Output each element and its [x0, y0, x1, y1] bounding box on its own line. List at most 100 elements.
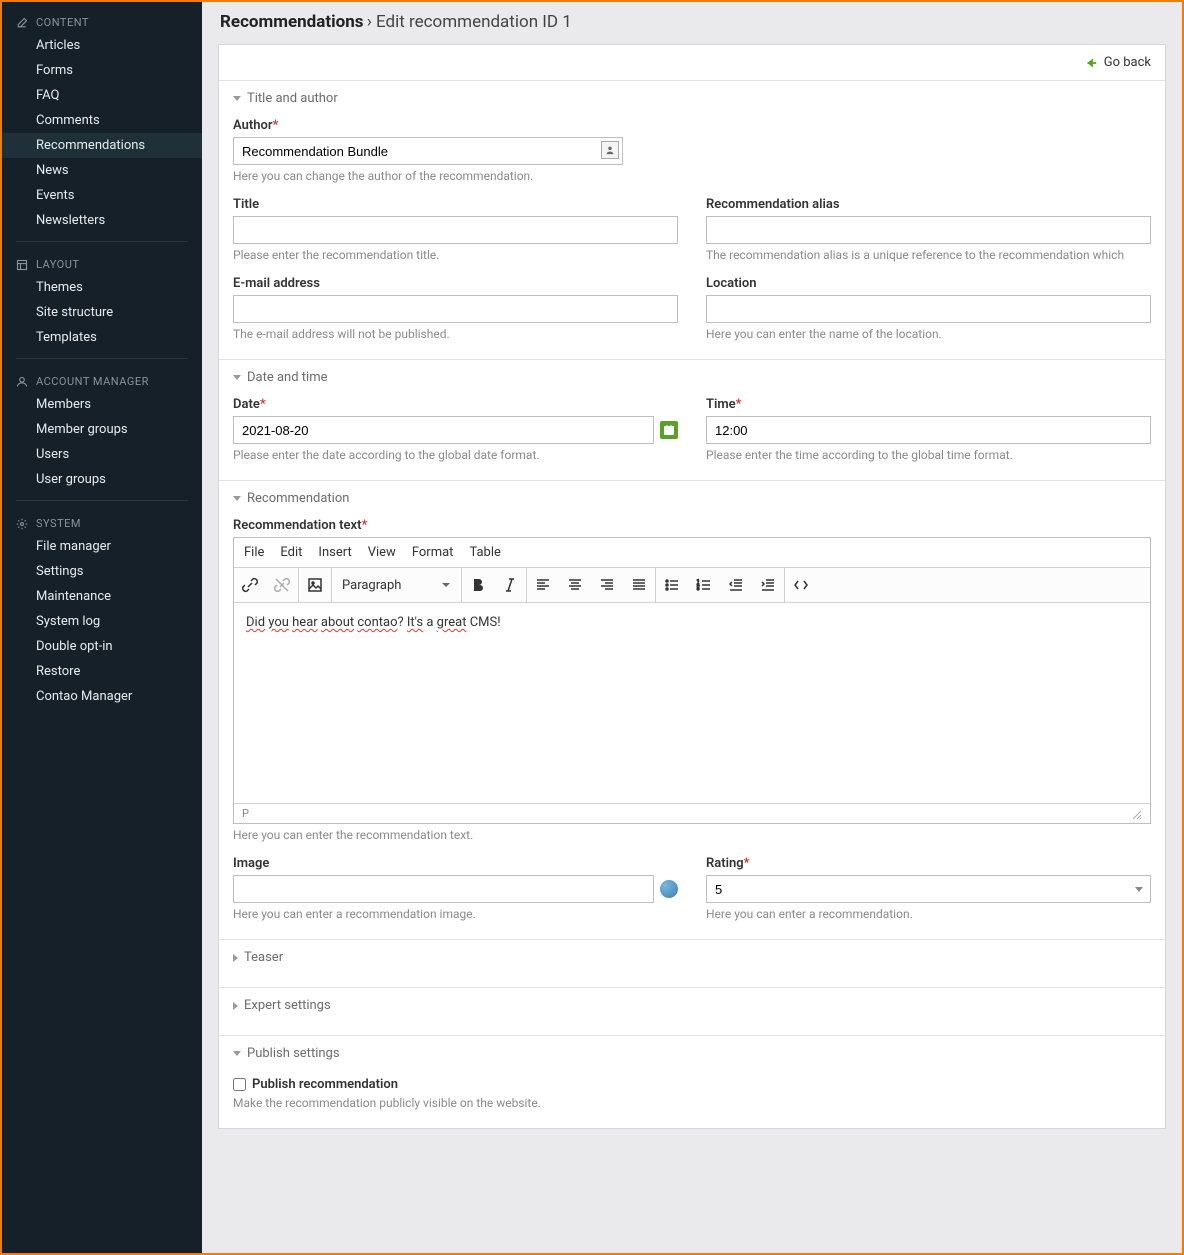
indent-button[interactable]: [752, 568, 784, 602]
author-input[interactable]: [233, 137, 623, 165]
code-icon: [793, 577, 809, 593]
editor-toolbar: Paragraph: [234, 568, 1150, 603]
sidebar-item-site-structure[interactable]: Site structure: [2, 300, 202, 325]
rating-label: Rating*: [706, 856, 1151, 871]
go-back-button[interactable]: Go back: [1084, 55, 1151, 70]
align-right-button[interactable]: [591, 568, 623, 602]
editor-menu-format[interactable]: Format: [412, 545, 454, 560]
sidebar-item-themes[interactable]: Themes: [2, 275, 202, 300]
resize-handle-icon[interactable]: [1130, 808, 1142, 820]
fieldset-teaser: Teaser: [219, 940, 1165, 988]
title-input[interactable]: [233, 216, 678, 244]
sidebar-item-double-opt-in[interactable]: Double opt-in: [2, 634, 202, 659]
sidebar-item-newsletters[interactable]: Newsletters: [2, 208, 202, 233]
rectext-help: Here you can enter the recommendation te…: [233, 828, 1151, 842]
page-subtitle: › Edit recommendation ID 1: [367, 12, 572, 32]
rich-text-editor: File Edit Insert View Format Table Paragraph: [233, 537, 1151, 824]
panel-toolbar: Go back: [219, 45, 1165, 81]
editor-menu-edit[interactable]: Edit: [280, 545, 302, 560]
image-icon: [307, 577, 323, 593]
bullet-list-icon: [664, 577, 680, 593]
triangle-down-icon: [233, 1051, 241, 1056]
date-picker-button[interactable]: [660, 421, 678, 439]
email-input[interactable]: [233, 295, 678, 323]
fieldset-title-author: Title and author Author* Here you can ch…: [219, 81, 1165, 360]
sidebar-item-articles[interactable]: Articles: [2, 33, 202, 58]
number-list-button[interactable]: 123: [688, 568, 720, 602]
editor-content[interactable]: Did you hear about contao? It's a great …: [234, 603, 1150, 803]
legend-expert[interactable]: Expert settings: [233, 988, 1151, 1025]
section-label: SYSTEM: [36, 517, 81, 530]
time-input[interactable]: [706, 416, 1151, 444]
legend-teaser[interactable]: Teaser: [233, 940, 1151, 977]
sidebar-item-settings[interactable]: Settings: [2, 559, 202, 584]
location-input[interactable]: [706, 295, 1151, 323]
publish-label: Publish recommendation: [252, 1077, 398, 1092]
editor-statusbar: P: [234, 803, 1150, 823]
sidebar-item-events[interactable]: Events: [2, 183, 202, 208]
fieldset-recommendation: Recommendation Recommendation text* File…: [219, 481, 1165, 940]
sidebar-item-members[interactable]: Members: [2, 392, 202, 417]
sidebar-item-news[interactable]: News: [2, 158, 202, 183]
triangle-down-icon: [233, 496, 241, 501]
sidebar-item-comments[interactable]: Comments: [2, 108, 202, 133]
format-select[interactable]: Paragraph: [332, 568, 462, 602]
sidebar-item-forms[interactable]: Forms: [2, 58, 202, 83]
editor-menu-view[interactable]: View: [368, 545, 396, 560]
date-input[interactable]: [233, 416, 654, 444]
legend-recommendation[interactable]: Recommendation: [233, 481, 1151, 518]
sidebar-section-system: SYSTEM: [2, 509, 202, 534]
legend-publish[interactable]: Publish settings: [233, 1036, 1151, 1073]
sidebar-item-restore[interactable]: Restore: [2, 659, 202, 684]
sidebar-item-recommendations[interactable]: Recommendations: [2, 133, 202, 158]
image-input[interactable]: [233, 875, 654, 903]
section-label: LAYOUT: [36, 258, 79, 271]
italic-button[interactable]: [494, 568, 526, 602]
sidebar-item-system-log[interactable]: System log: [2, 609, 202, 634]
sidebar-item-file-manager[interactable]: File manager: [2, 534, 202, 559]
unlink-icon: [274, 577, 290, 593]
image-button[interactable]: [299, 568, 331, 602]
arrow-left-icon: [1084, 56, 1098, 70]
sidebar-item-member-groups[interactable]: Member groups: [2, 417, 202, 442]
email-help: The e-mail address will not be published…: [233, 327, 678, 341]
main-content: Recommendations › Edit recommendation ID…: [202, 2, 1182, 1253]
editor-menu-insert[interactable]: Insert: [318, 545, 351, 560]
author-help: Here you can change the author of the re…: [233, 169, 1151, 183]
editor-menu-table[interactable]: Table: [469, 545, 500, 560]
link-button[interactable]: [234, 568, 266, 602]
sidebar-item-templates[interactable]: Templates: [2, 325, 202, 350]
align-justify-button[interactable]: [623, 568, 655, 602]
unlink-button[interactable]: [266, 568, 298, 602]
sidebar-item-maintenance[interactable]: Maintenance: [2, 584, 202, 609]
editor-path: P: [242, 807, 249, 820]
editor-menubar: File Edit Insert View Format Table: [234, 538, 1150, 568]
alias-input[interactable]: [706, 216, 1151, 244]
publish-help: Make the recommendation publicly visible…: [233, 1096, 1151, 1110]
align-center-icon: [567, 577, 583, 593]
sidebar-item-faq[interactable]: FAQ: [2, 83, 202, 108]
sidebar-item-user-groups[interactable]: User groups: [2, 467, 202, 492]
sidebar-item-users[interactable]: Users: [2, 442, 202, 467]
editor-menu-file[interactable]: File: [244, 545, 264, 560]
sidebar-item-contao-manager[interactable]: Contao Manager: [2, 684, 202, 709]
image-picker-button[interactable]: [660, 880, 678, 898]
chevron-down-icon: [441, 580, 451, 590]
fieldset-publish: Publish settings Publish recommendation …: [219, 1036, 1165, 1128]
section-label: CONTENT: [36, 16, 89, 29]
source-button[interactable]: [785, 568, 817, 602]
time-label: Time*: [706, 397, 1151, 412]
align-left-button[interactable]: [527, 568, 559, 602]
publish-checkbox[interactable]: [233, 1078, 246, 1091]
author-picker-button[interactable]: [601, 141, 619, 159]
triangle-down-icon: [233, 375, 241, 380]
outdent-button[interactable]: [720, 568, 752, 602]
bullet-list-button[interactable]: [656, 568, 688, 602]
rating-select[interactable]: 5: [706, 875, 1151, 903]
italic-icon: [502, 577, 518, 593]
bold-button[interactable]: [462, 568, 494, 602]
legend-title-author[interactable]: Title and author: [233, 81, 1151, 118]
legend-date-time[interactable]: Date and time: [233, 360, 1151, 397]
date-help: Please enter the date according to the g…: [233, 448, 678, 462]
align-center-button[interactable]: [559, 568, 591, 602]
